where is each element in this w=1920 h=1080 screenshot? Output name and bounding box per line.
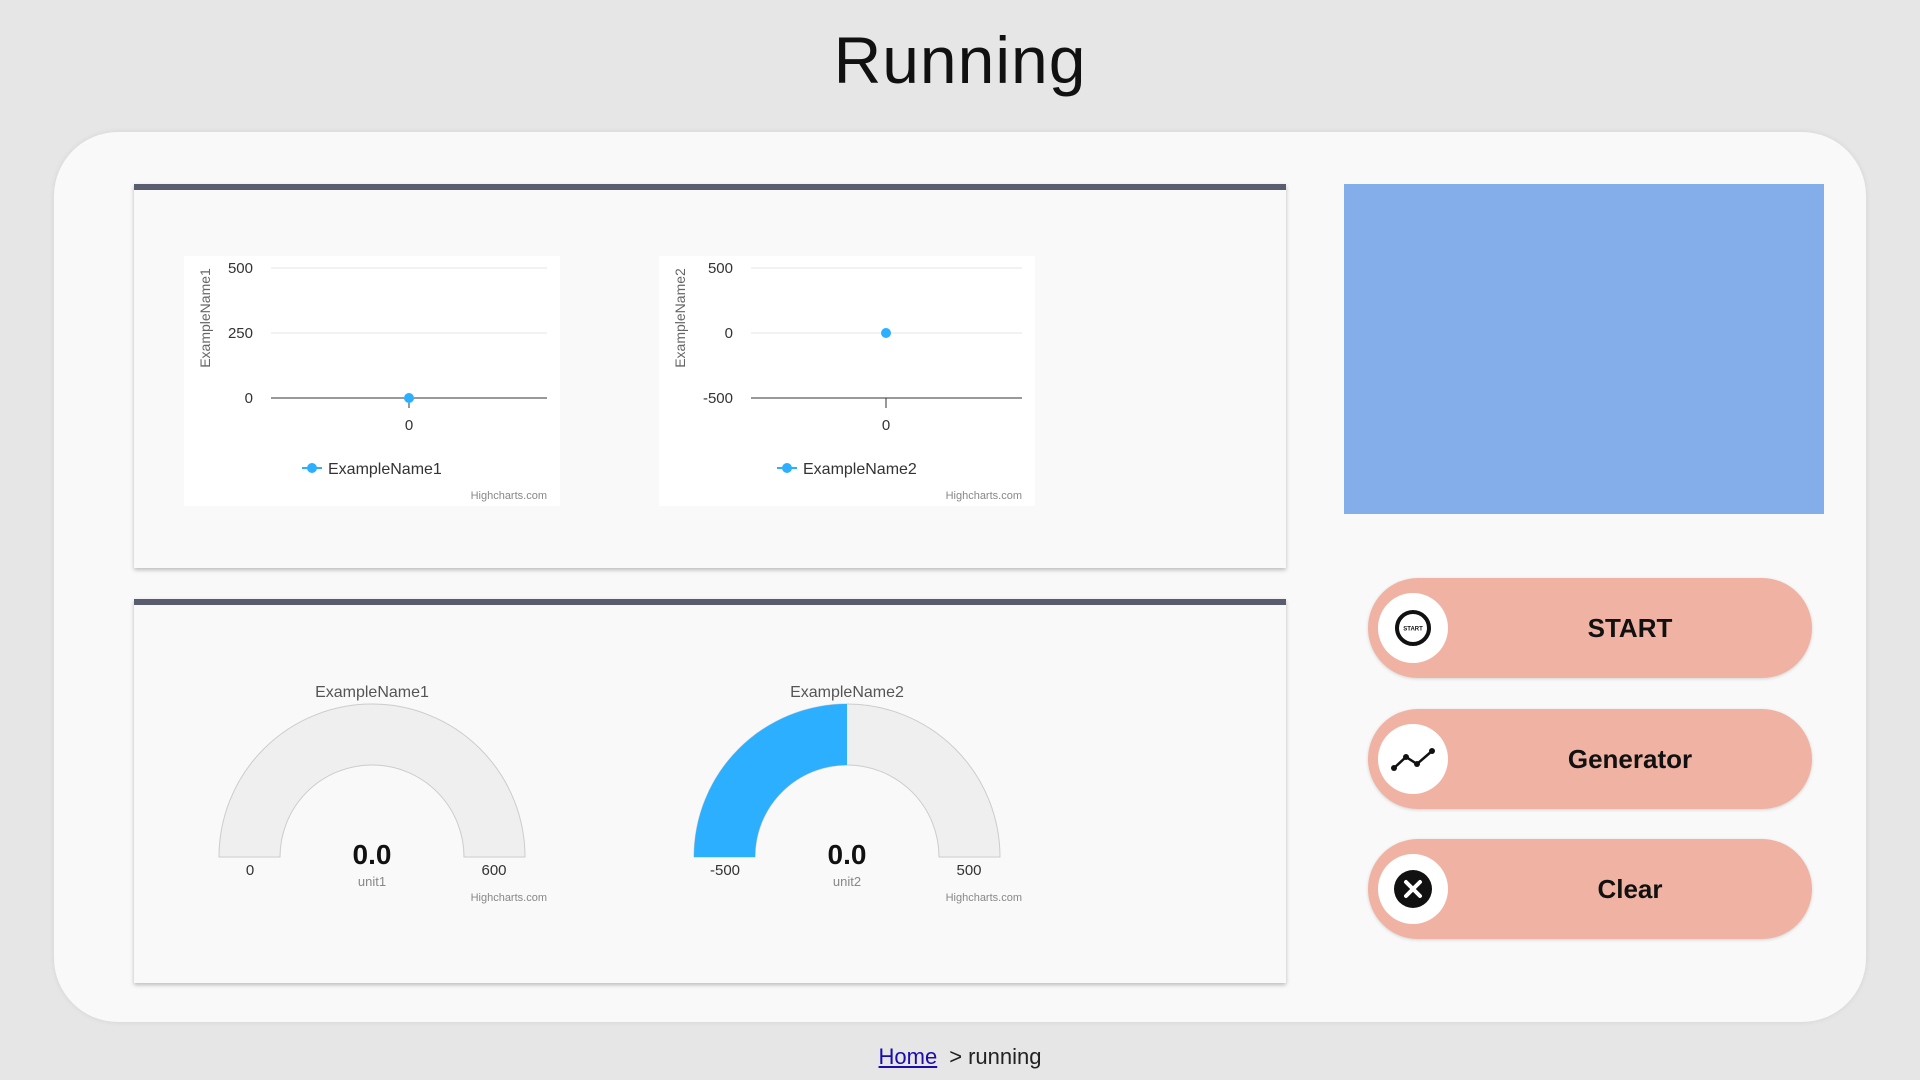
start-icon-svg: START [1395, 610, 1431, 646]
chart-credit[interactable]: Highcharts.com [471, 490, 547, 502]
legend-item[interactable]: ExampleName2 [803, 461, 917, 478]
close-icon [1378, 854, 1448, 924]
breadcrumb: Home > running [0, 1044, 1920, 1070]
gauges-card: ExampleName1 0 600 0.0 unit1 Highcharts.… [134, 599, 1286, 983]
close-icon-svg [1394, 870, 1432, 908]
gauge-value: 0.0 [353, 839, 392, 870]
x-tick-label: 0 [405, 417, 413, 434]
breadcrumb-home-link[interactable]: Home [879, 1044, 938, 1069]
y-tick-label: 500 [708, 260, 733, 277]
y-axis-title: ExampleName2 [672, 268, 688, 368]
gauge-fill [694, 704, 847, 857]
legend-marker [782, 463, 792, 473]
clear-button-label: Clear [1597, 874, 1663, 904]
y-tick-label: 0 [245, 390, 253, 407]
main-panel: ExampleName1 500 250 0 0 ExampleName1 Hi… [54, 132, 1866, 1022]
gauge-2-svg: ExampleName2 -500 500 0.0 unit2 Highchar… [693, 684, 1022, 904]
line-chart-icon-svg [1391, 748, 1435, 771]
breadcrumb-separator: > [949, 1044, 963, 1069]
y-tick-label: -500 [703, 390, 733, 407]
generator-button[interactable]: Generator [1368, 709, 1812, 809]
start-icon: START [1378, 593, 1448, 663]
gauge-unit: unit2 [833, 874, 861, 889]
data-point[interactable] [404, 393, 414, 403]
gauge-1: ExampleName1 0 600 0.0 unit1 Highcharts.… [184, 675, 560, 925]
gauge-title: ExampleName1 [315, 684, 429, 701]
chart-credit[interactable]: Highcharts.com [471, 892, 547, 904]
clear-button[interactable]: Clear [1368, 839, 1812, 939]
start-button[interactable]: START START [1368, 578, 1812, 678]
gauge-track [218, 703, 526, 858]
gauge-1-svg: ExampleName1 0 600 0.0 unit1 Highcharts.… [218, 684, 547, 904]
gauge-value: 0.0 [828, 839, 867, 870]
gauge-title: ExampleName2 [790, 684, 904, 701]
page-title: Running [833, 23, 1087, 97]
gauge-2: ExampleName2 -500 500 0.0 unit2 Highchar… [659, 675, 1035, 925]
y-axis-title: ExampleName1 [197, 268, 213, 368]
y-tick-label: 500 [228, 260, 253, 277]
legend-item[interactable]: ExampleName1 [328, 461, 442, 478]
gauge-max: 600 [481, 862, 506, 879]
line-chart-2-svg: ExampleName2 500 0 -500 0 ExampleName2 H… [672, 260, 1022, 502]
gauge-min: 0 [246, 862, 254, 879]
gauge-max: 500 [956, 862, 981, 879]
start-button-label: START [1587, 613, 1673, 643]
gauge-min: -500 [710, 862, 740, 879]
line-charts-card: ExampleName1 500 250 0 0 ExampleName1 Hi… [134, 184, 1286, 568]
y-tick-label: 250 [228, 325, 253, 342]
line-chart-icon [1378, 724, 1448, 794]
chart-credit[interactable]: Highcharts.com [946, 490, 1022, 502]
chart-credit[interactable]: Highcharts.com [946, 892, 1022, 904]
breadcrumb-current: running [968, 1044, 1042, 1069]
line-chart-2: ExampleName2 500 0 -500 0 ExampleName2 H… [659, 256, 1035, 506]
start-icon-text: START [1403, 627, 1423, 633]
legend-marker [307, 463, 317, 473]
generator-button-label: Generator [1567, 744, 1693, 774]
line-chart-1-svg: ExampleName1 500 250 0 0 ExampleName1 Hi… [197, 260, 547, 502]
line-chart-1: ExampleName1 500 250 0 0 ExampleName1 Hi… [184, 256, 560, 506]
gauge-unit: unit1 [358, 874, 386, 889]
x-tick-label: 0 [882, 417, 890, 434]
y-tick-label: 0 [725, 325, 733, 342]
data-point[interactable] [881, 328, 891, 338]
preview-area [1344, 184, 1824, 514]
